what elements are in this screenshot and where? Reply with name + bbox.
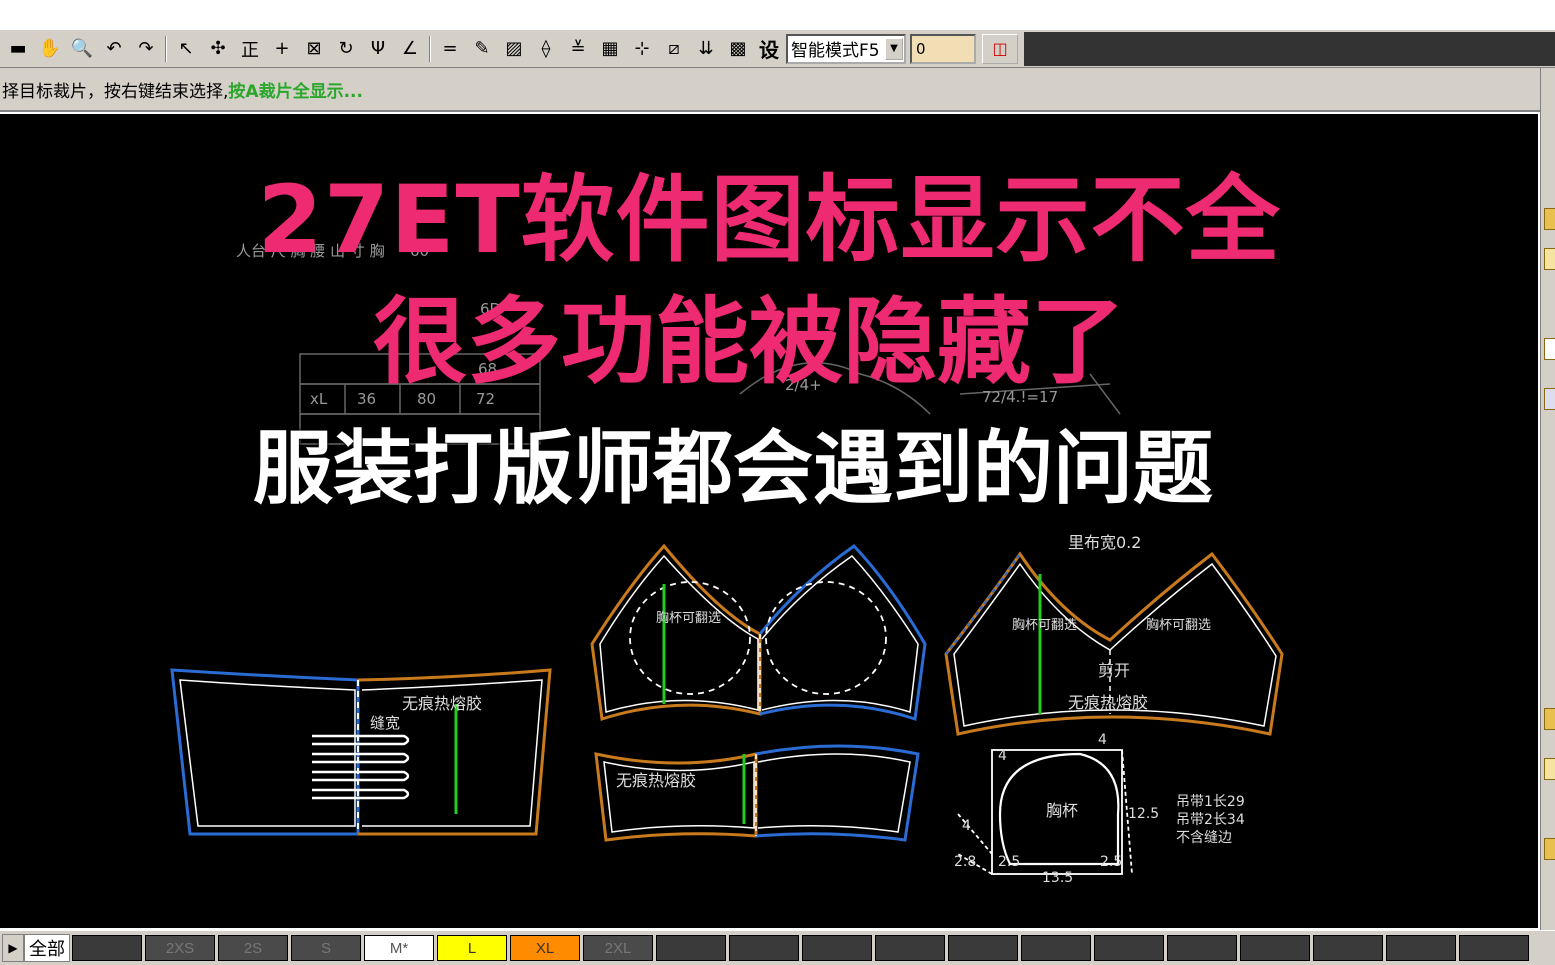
overlay-title-line-3: 服装打版师都会遇到的问题 bbox=[253, 422, 1213, 515]
piece4-bottom: 无痕热熔胶 bbox=[1068, 693, 1148, 712]
size-cell[interactable] bbox=[1386, 935, 1456, 961]
toolbar-separator bbox=[165, 35, 167, 62]
cup-dim-25a: 2.5 bbox=[998, 854, 1020, 870]
size-cell[interactable]: M* bbox=[364, 935, 434, 961]
drawing-canvas[interactable]: 人台 尺 胸 腰 山 寸 胸 xL 36 80 72 60 68 6D 72/4… bbox=[0, 114, 1538, 928]
mirror-icon[interactable]: ⧄ bbox=[658, 34, 690, 64]
panel-tool-icon[interactable] bbox=[1544, 208, 1555, 230]
overlay-title-line-1: 27ET软件图标显示不全 bbox=[257, 166, 1281, 275]
cup-dim-4a: 4 bbox=[998, 748, 1007, 764]
main-toolbar: ▬ ✋ 🔍 ↶ ↷ ↖ ✣ 正 + ⊠ ↻ Ψ ∠ = ✎ ▨ ⟠ ≚ ▦ ⊹ ⧄ ⇊ ▩ 设 智能模式F5 ▼ 0 ◫ bbox=[0, 30, 1555, 68]
angle-icon[interactable]: ∠ bbox=[394, 34, 426, 64]
toolbar-separator bbox=[429, 35, 431, 62]
panel-tool-icon[interactable] bbox=[1544, 248, 1555, 270]
size-cell[interactable] bbox=[72, 935, 142, 961]
grade-icon[interactable]: ▩ bbox=[722, 34, 754, 64]
mode-select[interactable]: 智能模式F5 ▼ bbox=[786, 33, 906, 64]
panel-tool-icon[interactable] bbox=[1544, 388, 1555, 410]
status-hint-green: 按A裁片全显示... bbox=[228, 81, 363, 102]
piece3-label: 无痕热熔胶 bbox=[616, 771, 696, 790]
size-cell[interactable]: L bbox=[437, 935, 507, 961]
overlay-title-line-2: 很多功能被隐藏了 bbox=[372, 288, 1125, 397]
size-cell[interactable] bbox=[1459, 935, 1529, 961]
move-icon[interactable]: ✣ bbox=[202, 34, 234, 64]
size-cell[interactable]: 2XL bbox=[583, 935, 653, 961]
panel-tool-icon[interactable] bbox=[1544, 838, 1555, 860]
panel-tool-icon[interactable] bbox=[1544, 338, 1555, 360]
size-cell[interactable] bbox=[875, 935, 945, 961]
color-grid-icon[interactable]: ▦ bbox=[594, 34, 626, 64]
strap3-label: 不含缝边 bbox=[1176, 830, 1232, 846]
redo-icon[interactable]: ↷ bbox=[130, 34, 162, 64]
mode-select-value: 智能模式F5 bbox=[791, 41, 880, 61]
chevron-down-icon[interactable]: ▼ bbox=[885, 37, 903, 60]
status-bar: 择目标裁片，按右键结束选择, 按A裁片全显示... bbox=[0, 68, 1540, 112]
cup-dim-135: 13.5 bbox=[1042, 870, 1073, 886]
crop-icon[interactable]: ⊠ bbox=[298, 34, 330, 64]
size-cell[interactable] bbox=[729, 935, 799, 961]
select-pointer-icon[interactable]: ↖ bbox=[170, 34, 202, 64]
size-cell[interactable]: XL bbox=[510, 935, 580, 961]
settings-button[interactable]: 设 bbox=[754, 34, 784, 64]
cup-dim-25b: 2.5 bbox=[1100, 854, 1122, 870]
toolbar-dark-area bbox=[1024, 31, 1555, 66]
rotate-icon[interactable]: ↻ bbox=[330, 34, 362, 64]
top-strip bbox=[0, 0, 1555, 30]
size-bar: ▶ 全部 2XS 2S S M* L XL 2XL bbox=[0, 930, 1555, 965]
size-cell[interactable] bbox=[1240, 935, 1310, 961]
display-toggle-button[interactable]: ◫ bbox=[982, 33, 1018, 64]
cup-dim-28: 2.8 bbox=[954, 854, 976, 870]
piece4-label-r: 胸杯可翻选 bbox=[1146, 618, 1211, 633]
piece4-top: 里布宽0.2 bbox=[1068, 533, 1141, 552]
undo-icon[interactable]: ↶ bbox=[98, 34, 130, 64]
size-cells: 2XS 2S S M* L XL 2XL bbox=[72, 935, 1532, 961]
hatch-icon[interactable]: ▨ bbox=[498, 34, 530, 64]
size-cell[interactable]: S bbox=[291, 935, 361, 961]
panel-tool-icon[interactable] bbox=[1544, 758, 1555, 780]
size-cell[interactable]: 2XS bbox=[145, 935, 215, 961]
panel-tool-icon[interactable] bbox=[1544, 708, 1555, 730]
window-icon: ◫ bbox=[992, 39, 1008, 58]
equal-icon[interactable]: = bbox=[434, 34, 466, 64]
pan-hand-icon[interactable]: ✋ bbox=[34, 34, 66, 64]
strap1-label: 吊带1长29 bbox=[1176, 794, 1245, 810]
size-cell[interactable] bbox=[656, 935, 726, 961]
piece1-label: 无痕热熔胶 bbox=[402, 694, 482, 713]
piece-waistband bbox=[170, 668, 552, 836]
piece4-cut: 剪开 bbox=[1098, 661, 1130, 680]
fork-icon[interactable]: Ψ bbox=[362, 34, 394, 64]
piece4-label-l: 胸杯可翻选 bbox=[1012, 618, 1077, 633]
size-cell[interactable] bbox=[1021, 935, 1091, 961]
piece-underband bbox=[594, 744, 920, 842]
cup-label: 胸杯 bbox=[1046, 801, 1078, 820]
size-cell[interactable] bbox=[1094, 935, 1164, 961]
piece-bra-front bbox=[590, 543, 927, 721]
seam-icon[interactable]: ≚ bbox=[562, 34, 594, 64]
cup-dim-4c: 4 bbox=[962, 818, 971, 834]
play-icon[interactable]: ▶ bbox=[2, 934, 24, 962]
size-cell[interactable] bbox=[1167, 935, 1237, 961]
right-tool-panel bbox=[1540, 68, 1555, 930]
toolbar-tools: ▬ ✋ 🔍 ↶ ↷ ↖ ✣ 正 + ⊠ ↻ Ψ ∠ = ✎ ▨ ⟠ ≚ ▦ ⊹ ⧄ ⇊ ▩ bbox=[2, 34, 754, 64]
plus-icon[interactable]: + bbox=[266, 34, 298, 64]
value-input[interactable]: 0 bbox=[910, 33, 976, 64]
all-sizes-button[interactable]: 全部 bbox=[24, 934, 70, 962]
notch-icon[interactable]: ⊹ bbox=[626, 34, 658, 64]
pleat-icon[interactable]: ⇊ bbox=[690, 34, 722, 64]
align-icon[interactable]: 正 bbox=[234, 34, 266, 64]
piece1-label2: 缝宽 bbox=[370, 714, 400, 732]
cup-dim-125: 12.5 bbox=[1128, 806, 1159, 822]
status-hint: 择目标裁片，按右键结束选择, bbox=[2, 81, 229, 102]
size-cell[interactable] bbox=[802, 935, 872, 961]
piece2-label: 胸杯可翻选 bbox=[656, 611, 721, 626]
size-cell[interactable] bbox=[1313, 935, 1383, 961]
size-cell[interactable] bbox=[948, 935, 1018, 961]
save-icon[interactable]: ▬ bbox=[2, 34, 34, 64]
cup-dim-4b: 4 bbox=[1098, 732, 1107, 748]
zoom-icon[interactable]: 🔍 bbox=[66, 34, 98, 64]
pen-icon[interactable]: ✎ bbox=[466, 34, 498, 64]
strap2-label: 吊带2长34 bbox=[1176, 812, 1245, 828]
measure-icon[interactable]: ⟠ bbox=[530, 34, 562, 64]
size-cell[interactable]: 2S bbox=[218, 935, 288, 961]
